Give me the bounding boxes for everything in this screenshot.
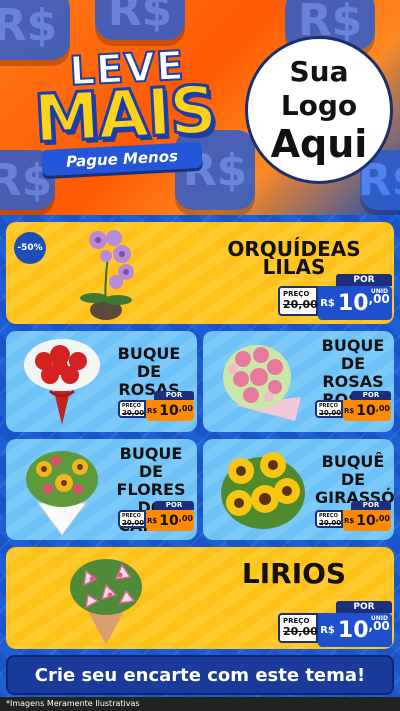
currency-symbol: R$ <box>320 624 335 636</box>
old-price: PREÇO 20,00 <box>278 286 318 316</box>
old-price-value: 20,00 <box>122 409 145 417</box>
price-tag: POR PREÇO 20,00 R$ 10 ,00 <box>118 391 194 423</box>
old-price-value: 20,00 <box>122 519 145 527</box>
wildflowers-bouquet-icon <box>26 451 98 536</box>
old-price-value: 20,00 <box>283 625 318 638</box>
red-roses-bouquet-icon <box>24 339 100 425</box>
old-price-label: PREÇO <box>283 290 310 298</box>
unit-label: UNID <box>370 615 388 622</box>
price-tag: POR PREÇO 20,00 R$ 10 ,00 <box>118 501 194 533</box>
product-card-buque-rosas[interactable]: BUQUE DE ROSAS POR PREÇO 20,00 R$ 10 ,00 <box>6 331 197 432</box>
product-card-lirios[interactable]: LIRIOS POR PREÇO 20,00 UNID R$ 10 ,00 <box>6 547 394 649</box>
price-integer: 10 <box>356 402 376 419</box>
old-price: PREÇO 20,00 <box>118 510 146 528</box>
price-cents: ,00 <box>375 404 390 413</box>
unit-label: UNID <box>370 288 388 295</box>
currency-symbol: R$ <box>344 406 355 415</box>
brand-logo-placeholder[interactable]: Sua Logo Aqui <box>245 36 393 184</box>
product-card-buque-rosas-rosas[interactable]: BUQUE DE ROSAS ROSAS POR PREÇO 20,00 R$ … <box>203 331 394 432</box>
price-tag: POR PREÇO 20,00 UNID R$ 10 ,00 <box>278 274 392 322</box>
price-tag: POR PREÇO 20,00 R$ 10 ,00 <box>315 501 391 533</box>
old-price-value: 20,00 <box>319 519 342 527</box>
pink-roses-bouquet-icon <box>223 345 301 421</box>
product-card-flores-campo[interactable]: BUQUE DE FLORES DO CAMPO POR PREÇO 20,00… <box>6 439 197 540</box>
product-card-girassois[interactable]: BUQUÊ DE GIRASSÓIS POR PREÇO 20,00 R$ 10… <box>203 439 394 540</box>
old-price: PREÇO 20,00 <box>278 613 318 643</box>
currency-symbol: R$ <box>344 516 355 525</box>
sunflower-bouquet-icon <box>221 452 305 529</box>
product-card-orquideas[interactable]: -50% ORQUÍDEAS LILAS POR PREÇO 20,00 UNI… <box>6 222 394 324</box>
lily-bouquet-icon <box>70 559 142 645</box>
price-integer: 10 <box>337 617 369 643</box>
product-title: BUQUÊ DE GIRASSÓIS <box>315 452 394 507</box>
price-integer: 10 <box>356 512 376 529</box>
header-banner: R$ R$ R$ R$ R$ R$ LEVE MAIS Pague Menos … <box>0 0 400 215</box>
price-por-label: POR <box>351 391 391 400</box>
currency-symbol: R$ <box>147 516 158 525</box>
new-price: UNID R$ 10 ,00 <box>318 286 392 320</box>
product-title: ORQUÍDEAS LILAS <box>227 237 361 279</box>
new-price: UNID R$ 10 ,00 <box>318 613 392 647</box>
currency-symbol: R$ <box>320 297 335 309</box>
price-integer: 10 <box>337 290 369 316</box>
price-cents: ,00 <box>178 514 193 523</box>
old-price: PREÇO 20,00 <box>315 400 343 418</box>
price-integer: 10 <box>159 402 179 419</box>
orchid-icon <box>80 230 134 320</box>
brand-logo-line1: Sua Logo <box>280 55 358 122</box>
old-price: PREÇO 20,00 <box>118 400 146 418</box>
new-price: R$ 10 ,00 <box>343 510 391 531</box>
price-cents: ,00 <box>375 514 390 523</box>
new-price: R$ 10 ,00 <box>146 400 194 421</box>
price-por-label: POR <box>336 274 392 286</box>
price-cents: ,00 <box>178 404 193 413</box>
footer-disclaimer: *Imagens Meramente Ilustrativas <box>0 697 400 711</box>
discount-badge: -50% <box>14 232 46 264</box>
price-tag: POR PREÇO 20,00 UNID R$ 10 ,00 <box>278 601 392 649</box>
product-title: LIRIOS <box>241 557 347 590</box>
promo-logo: LEVE MAIS Pague Menos <box>12 40 237 190</box>
price-tag: POR PREÇO 20,00 R$ 10 ,00 <box>315 391 391 423</box>
price-por-label: POR <box>154 391 194 400</box>
currency-tile-icon: R$ <box>95 0 185 40</box>
new-price: R$ 10 ,00 <box>343 400 391 421</box>
old-price: PREÇO 20,00 <box>315 510 343 528</box>
old-price-label: PREÇO <box>283 617 310 625</box>
old-price-value: 20,00 <box>319 409 342 417</box>
price-por-label: POR <box>154 501 194 510</box>
cta-button[interactable]: Crie seu encarte com este tema! <box>6 655 394 695</box>
old-price-value: 20,00 <box>283 298 318 311</box>
price-por-label: POR <box>351 501 391 510</box>
price-integer: 10 <box>159 512 179 529</box>
new-price: R$ 10 ,00 <box>146 510 194 531</box>
brand-logo-line2: Aqui <box>270 122 368 166</box>
currency-symbol: R$ <box>147 406 158 415</box>
price-por-label: POR <box>336 601 392 613</box>
